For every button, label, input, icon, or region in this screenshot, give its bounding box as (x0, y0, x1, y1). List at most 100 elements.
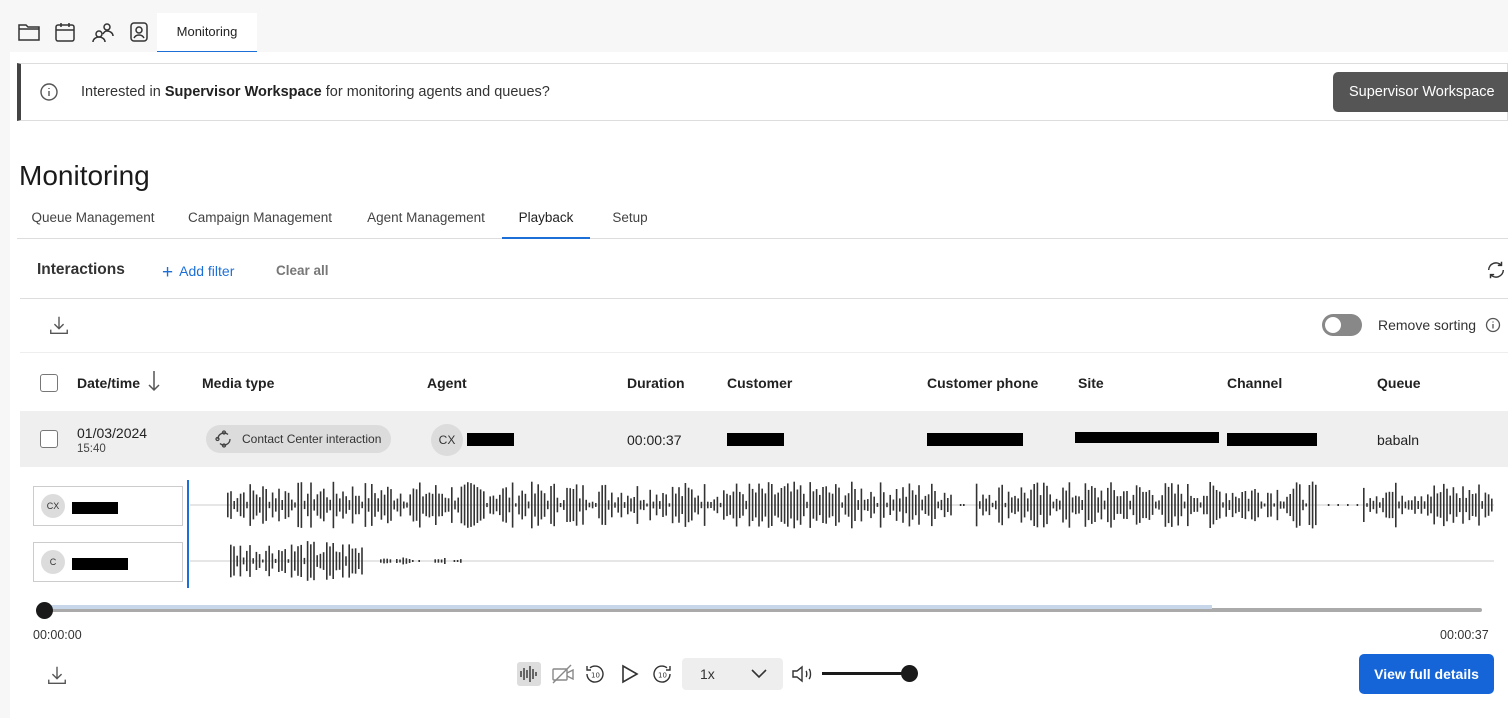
waveform-bar (508, 497, 511, 513)
waveform-bar (1097, 497, 1099, 513)
waveform-bar (354, 548, 357, 574)
svg-text:10: 10 (591, 672, 600, 680)
waveform-bar (287, 492, 290, 518)
waveform-bar (748, 483, 751, 527)
waveform-bar (975, 483, 978, 527)
waveform-bar (265, 489, 267, 521)
waveform-bar (927, 494, 930, 516)
waveform-bar (995, 500, 997, 510)
waveform-bar (515, 503, 517, 507)
waveform-bar (361, 547, 363, 575)
waveform-bar (444, 558, 446, 564)
waveform-bar (991, 502, 994, 508)
waveform-bar (332, 543, 334, 579)
waveform-bar (1244, 491, 1247, 520)
waveform-bar (358, 495, 360, 515)
waveform-bar (422, 496, 424, 514)
waveform-bar (255, 551, 258, 570)
waveform-bar (393, 500, 395, 510)
waveform-bar (1238, 498, 1240, 512)
waveform-bar (1327, 504, 1330, 506)
waveform-bar (233, 501, 235, 510)
waveform-bar (1212, 485, 1215, 525)
waveform-bar (908, 483, 911, 527)
waveform-bar (1135, 485, 1138, 525)
waveform-bar (1305, 503, 1307, 507)
play-icon[interactable] (617, 662, 641, 686)
waveform-bar (262, 486, 264, 524)
waveform-bar (338, 552, 341, 570)
waveform-bar (246, 501, 248, 509)
waveform-bar (1148, 490, 1151, 520)
waveform-bar (310, 544, 312, 578)
waveform-bar (1132, 494, 1135, 516)
waveform-bar (243, 492, 245, 518)
waveform-bar (239, 545, 242, 577)
waveform-bar (614, 502, 616, 508)
waveform-bar (707, 501, 709, 509)
waveform-bar (678, 487, 680, 523)
view-full-details-button[interactable]: View full details (1359, 654, 1494, 694)
waveform-bar (924, 495, 927, 514)
waveform-bar (611, 492, 613, 518)
waveform-bar (300, 482, 303, 528)
waveform-bar (1398, 501, 1400, 509)
speed-value: 1x (700, 666, 715, 682)
waveform-bar (1033, 484, 1035, 526)
playhead-line[interactable] (187, 480, 189, 588)
rewind-10-icon[interactable]: 10 (583, 662, 607, 686)
waveform-bar (547, 500, 549, 510)
playback-speed-select[interactable]: 1x (682, 658, 783, 690)
waveform-bar (1100, 490, 1103, 520)
waveform-bar (1452, 487, 1455, 523)
waveform-bar (1039, 495, 1042, 515)
waveform-bar (662, 493, 664, 517)
volume-icon[interactable] (790, 662, 814, 686)
waveform-bar (841, 502, 843, 508)
waveform-bar (1206, 495, 1208, 515)
waveform-bar (1372, 500, 1375, 510)
waveform-bar (329, 499, 331, 511)
waveform-bar (1203, 495, 1205, 515)
waveform-bar (1167, 486, 1170, 524)
waveform-bar (505, 487, 507, 523)
waveform-bar (258, 554, 261, 568)
waveform-bar (242, 557, 245, 565)
forward-10-icon[interactable]: 10 (650, 662, 674, 686)
waveform-bar (857, 500, 859, 510)
waveform-bar (367, 498, 370, 512)
volume-knob[interactable] (901, 665, 918, 682)
volume-track[interactable] (822, 672, 910, 675)
waveform-bar (979, 501, 981, 509)
download-recording-icon[interactable] (46, 664, 68, 686)
waveform-bar (1007, 491, 1010, 519)
waveform-bar (361, 501, 363, 509)
waveform-bar (732, 491, 735, 519)
waveform-bar (1404, 501, 1407, 509)
waveform-bar (761, 488, 763, 522)
waveform-bar (396, 498, 399, 512)
waveform-bar (537, 484, 539, 526)
waveform-bar (819, 494, 821, 516)
waveform-bar (236, 555, 238, 567)
waveform-bar (403, 501, 405, 509)
waveform-bar (1251, 490, 1253, 520)
waveform-bar (1263, 503, 1266, 507)
waveform-bar (489, 496, 491, 514)
waveform-bar (723, 490, 725, 520)
waveform-bar (588, 502, 591, 508)
waveform-bar (1087, 489, 1090, 521)
waveform-bar (326, 497, 328, 513)
waveform-bar (1315, 484, 1317, 526)
waveform-bar (1430, 496, 1432, 514)
waveform-bar (646, 503, 648, 507)
waveform-bar (518, 495, 520, 515)
progress-knob[interactable] (36, 602, 53, 619)
video-off-icon[interactable] (551, 662, 575, 686)
waveform-bar (1295, 482, 1298, 528)
waveform-bar (806, 501, 808, 509)
waveform-bar (793, 481, 795, 529)
waveform-toggle-icon[interactable] (517, 662, 541, 686)
waveform-bar (579, 498, 581, 512)
waveform-bar (931, 483, 933, 527)
